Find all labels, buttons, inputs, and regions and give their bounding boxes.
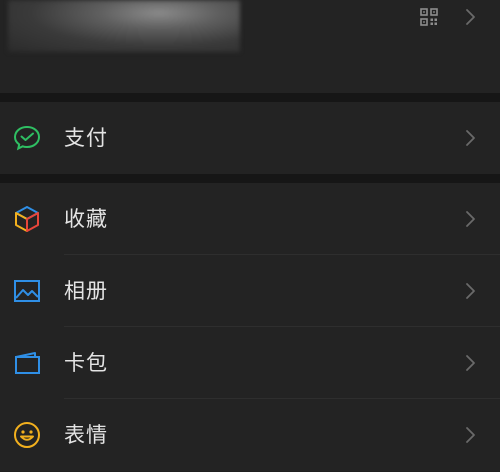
menu-item-pay[interactable]: 支付 xyxy=(0,102,500,174)
chevron-right-icon[interactable] xyxy=(464,8,476,26)
menu-item-cards[interactable]: 卡包 xyxy=(0,327,500,399)
menu-item-favorites[interactable]: 收藏 xyxy=(0,183,500,255)
menu-item-label: 相册 xyxy=(64,279,108,303)
menu-item-label: 支付 xyxy=(64,126,108,150)
smiley-icon xyxy=(14,422,40,448)
menu-item-album[interactable]: 相册 xyxy=(0,255,500,327)
qr-code-icon[interactable] xyxy=(420,8,438,26)
menu-item-stickers[interactable]: 表情 xyxy=(0,399,500,471)
chevron-right-icon xyxy=(466,427,475,443)
section-divider xyxy=(0,174,500,183)
menu-item-label: 卡包 xyxy=(64,351,108,375)
chevron-right-icon xyxy=(466,130,475,146)
chevron-right-icon xyxy=(466,211,475,227)
picture-icon xyxy=(14,280,40,302)
menu-item-label: 收藏 xyxy=(64,207,108,231)
cube-icon xyxy=(15,206,39,232)
section-divider xyxy=(0,93,500,102)
profile-header[interactable] xyxy=(0,0,500,93)
chevron-right-icon xyxy=(466,283,475,299)
me-page: 支付 收藏 相册 卡包 表情 xyxy=(0,0,500,472)
chevron-right-icon xyxy=(466,355,475,371)
profile-avatar-blurred[interactable] xyxy=(8,0,240,52)
card-wallet-icon xyxy=(15,352,40,374)
wechat-pay-icon xyxy=(13,125,41,151)
menu-item-label: 表情 xyxy=(64,423,108,447)
